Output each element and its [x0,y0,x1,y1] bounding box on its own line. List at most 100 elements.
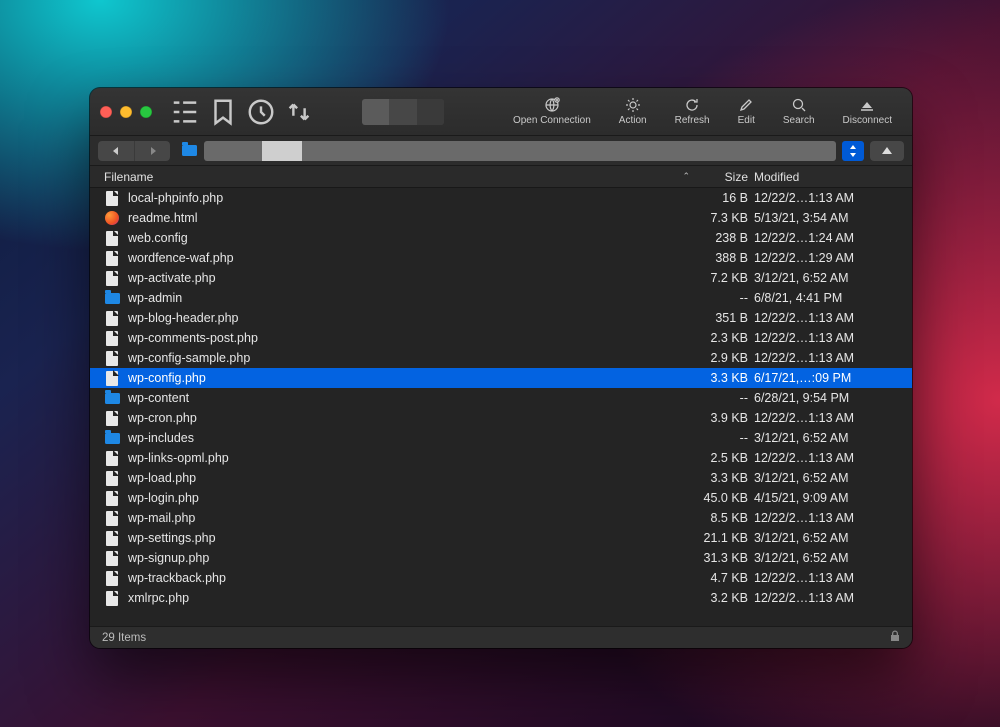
path-folder-icon [180,144,198,158]
history-icon[interactable] [246,100,276,124]
file-list[interactable]: local-phpinfo.php16 B12/22/2…1:13 AMread… [90,188,912,626]
lock-icon [890,630,900,645]
app-window: Open Connection Action Refresh Edit Sear… [90,88,912,648]
file-icon [104,350,120,366]
file-row[interactable]: xmlrpc.php3.2 KB12/22/2…1:13 AM [90,588,912,608]
file-name: wp-admin [128,291,690,305]
file-modified: 6/28/21, 9:54 PM [754,391,902,405]
file-modified: 12/22/2…1:13 AM [754,411,902,425]
file-name: wp-includes [128,431,690,445]
file-icon [104,250,120,266]
action-label: Action [619,115,647,126]
file-icon [104,570,120,586]
column-header-row: Filename ⌃ Size Modified [90,166,912,188]
window-title [362,99,444,125]
file-name: wp-activate.php [128,271,690,285]
file-row[interactable]: wp-mail.php8.5 KB12/22/2…1:13 AM [90,508,912,528]
file-row[interactable]: wp-signup.php31.3 KB3/12/21, 6:52 AM [90,548,912,568]
window-controls [100,106,152,118]
file-row[interactable]: wp-admin--6/8/21, 4:41 PM [90,288,912,308]
refresh-label: Refresh [675,115,710,126]
file-row[interactable]: wp-config.php3.3 KB6/17/21,…:09 PM [90,368,912,388]
folder-icon [104,290,120,306]
file-size: 388 B [690,251,754,265]
disconnect-label: Disconnect [843,115,892,126]
file-row[interactable]: wp-links-opml.php2.5 KB12/22/2…1:13 AM [90,448,912,468]
file-icon [104,450,120,466]
html-file-icon [104,210,120,226]
file-name: wp-blog-header.php [128,311,690,325]
file-icon [104,550,120,566]
column-modified[interactable]: Modified [754,170,902,184]
edit-label: Edit [738,115,755,126]
file-row[interactable]: wp-cron.php3.9 KB12/22/2…1:13 AM [90,408,912,428]
file-icon [104,590,120,606]
file-modified: 6/17/21,…:09 PM [754,371,902,385]
file-row[interactable]: wp-content--6/28/21, 9:54 PM [90,388,912,408]
file-modified: 12/22/2…1:13 AM [754,571,902,585]
file-size: -- [690,391,754,405]
column-size-label: Size [725,170,748,184]
file-size: 16 B [690,191,754,205]
search-button[interactable]: Search [773,97,825,126]
file-icon [104,310,120,326]
file-size: 351 B [690,311,754,325]
file-row[interactable]: web.config238 B12/22/2…1:24 AM [90,228,912,248]
back-button[interactable] [98,141,134,161]
file-modified: 12/22/2…1:13 AM [754,311,902,325]
file-size: 2.9 KB [690,351,754,365]
file-row[interactable]: local-phpinfo.php16 B12/22/2…1:13 AM [90,188,912,208]
file-row[interactable]: wp-comments-post.php2.3 KB12/22/2…1:13 A… [90,328,912,348]
file-icon [104,190,120,206]
file-size: -- [690,291,754,305]
file-modified: 5/13/21, 3:54 AM [754,211,902,225]
file-size: 7.2 KB [690,271,754,285]
action-button[interactable]: Action [609,97,657,126]
path-dropdown[interactable] [204,141,836,161]
file-name: wp-trackback.php [128,571,690,585]
file-row[interactable]: wp-login.php45.0 KB4/15/21, 9:09 AM [90,488,912,508]
item-count: 29 Items [102,632,146,644]
file-icon [104,490,120,506]
file-row[interactable]: wp-activate.php7.2 KB3/12/21, 6:52 AM [90,268,912,288]
edit-button[interactable]: Edit [728,97,765,126]
column-filename[interactable]: Filename [104,170,678,184]
file-row[interactable]: wp-blog-header.php351 B12/22/2…1:13 AM [90,308,912,328]
path-stepper[interactable] [842,141,864,161]
search-label: Search [783,115,815,126]
folder-icon [104,430,120,446]
file-row[interactable]: readme.html7.3 KB5/13/21, 3:54 AM [90,208,912,228]
file-modified: 12/22/2…1:24 AM [754,231,902,245]
file-row[interactable]: wp-settings.php21.1 KB3/12/21, 6:52 AM [90,528,912,548]
file-size: 238 B [690,231,754,245]
transfers-icon[interactable] [284,100,314,124]
column-modified-label: Modified [754,170,799,184]
disconnect-button[interactable]: Disconnect [833,97,902,126]
file-icon [104,470,120,486]
up-directory-button[interactable] [870,141,904,161]
file-size: -- [690,431,754,445]
file-size: 4.7 KB [690,571,754,585]
forward-button[interactable] [134,141,170,161]
file-row[interactable]: wordfence-waf.php388 B12/22/2…1:29 AM [90,248,912,268]
file-row[interactable]: wp-trackback.php4.7 KB12/22/2…1:13 AM [90,568,912,588]
file-size: 8.5 KB [690,511,754,525]
folder-icon [104,390,120,406]
file-row[interactable]: wp-includes--3/12/21, 6:52 AM [90,428,912,448]
refresh-button[interactable]: Refresh [665,97,720,126]
minimize-window-button[interactable] [120,106,132,118]
outline-view-icon[interactable] [170,100,200,124]
open-connection-label: Open Connection [513,115,591,126]
file-size: 7.3 KB [690,211,754,225]
file-row[interactable]: wp-load.php3.3 KB3/12/21, 6:52 AM [90,468,912,488]
file-modified: 12/22/2…1:13 AM [754,511,902,525]
maximize-window-button[interactable] [140,106,152,118]
file-name: wp-settings.php [128,531,690,545]
column-size[interactable]: Size [690,170,754,184]
bookmarks-icon[interactable] [208,100,238,124]
file-row[interactable]: wp-config-sample.php2.9 KB12/22/2…1:13 A… [90,348,912,368]
file-name: wp-signup.php [128,551,690,565]
close-window-button[interactable] [100,106,112,118]
file-name: wp-config-sample.php [128,351,690,365]
open-connection-button[interactable]: Open Connection [503,97,601,126]
